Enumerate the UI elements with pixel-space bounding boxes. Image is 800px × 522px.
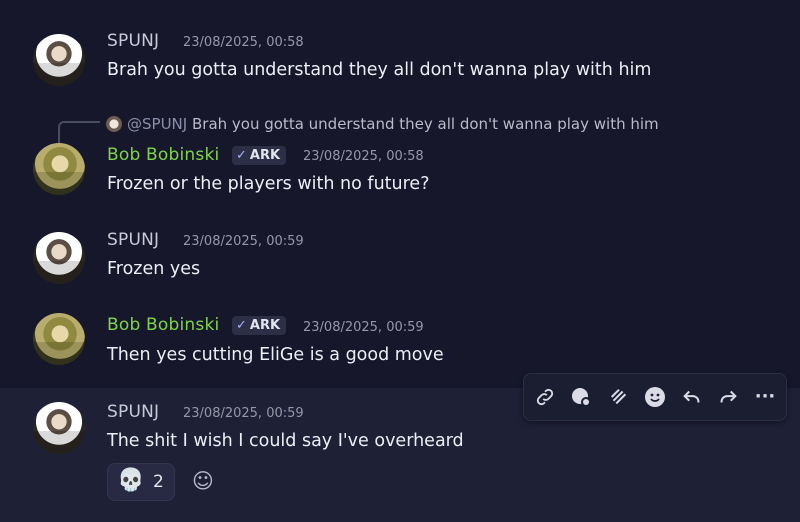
message-text: The shit I wish I could say I've overhea… xyxy=(107,431,464,451)
timestamp: 23/08/2025, 00:59 xyxy=(183,234,304,249)
timestamp: 23/08/2025, 00:58 xyxy=(183,35,304,50)
clan-tag[interactable]: ✓ ARK xyxy=(232,316,287,335)
message-text: Then yes cutting EliGe is a good move xyxy=(107,345,444,365)
message-text: Brah you gotta understand they all don't… xyxy=(107,60,652,80)
avatar[interactable] xyxy=(33,143,85,195)
app-icon[interactable] xyxy=(566,382,596,412)
add-reaction-icon[interactable]: ☺ xyxy=(190,468,216,494)
message-3[interactable]: SPUNJ 23/08/2025, 00:59 Frozen yes xyxy=(0,222,800,292)
message-2[interactable]: Bob Bobinski ✓ ARK 23/08/2025, 00:58 Froz… xyxy=(0,140,800,210)
author-name[interactable]: Bob Bobinski xyxy=(107,145,219,165)
avatar[interactable] xyxy=(33,402,85,454)
reaction-skull[interactable]: 💀 2 xyxy=(107,463,175,501)
reaction-count: 2 xyxy=(153,472,164,492)
timestamp: 23/08/2025, 00:58 xyxy=(303,149,424,164)
timestamp: 23/08/2025, 00:59 xyxy=(303,320,424,335)
avatar[interactable] xyxy=(33,34,85,86)
more-icon[interactable]: ··· xyxy=(750,382,780,412)
author-name[interactable]: SPUNJ xyxy=(107,230,159,250)
tag-icon: ✓ xyxy=(236,148,247,163)
author-name[interactable]: SPUNJ xyxy=(107,402,159,422)
thread-icon[interactable] xyxy=(604,382,634,412)
emoji-icon[interactable] xyxy=(640,382,670,412)
message-4[interactable]: Bob Bobinski ✓ ARK 23/08/2025, 00:59 Then… xyxy=(0,305,800,375)
reply-text: Brah you gotta understand they all don't… xyxy=(191,115,659,133)
avatar[interactable] xyxy=(33,232,85,284)
message-1[interactable]: SPUNJ 23/08/2025, 00:58 Brah you gotta u… xyxy=(0,22,800,92)
author-name[interactable]: Bob Bobinski xyxy=(107,315,219,335)
clan-tag[interactable]: ✓ ARK xyxy=(232,146,287,165)
link-icon[interactable] xyxy=(530,382,560,412)
message-toolbar: ··· xyxy=(523,373,787,421)
message-text: Frozen yes xyxy=(107,259,201,279)
skull-icon: 💀 xyxy=(117,468,145,493)
message-text: Frozen or the players with no future? xyxy=(107,174,430,194)
reply-preview[interactable]: @SPUNJ Brah you gotta understand they al… xyxy=(107,115,659,133)
avatar[interactable] xyxy=(33,313,85,365)
tag-icon: ✓ xyxy=(236,318,247,333)
forward-icon[interactable] xyxy=(713,382,743,412)
author-name[interactable]: SPUNJ xyxy=(107,31,159,51)
reply-mention[interactable]: @SPUNJ xyxy=(127,115,187,133)
reply-icon[interactable] xyxy=(677,382,707,412)
timestamp: 23/08/2025, 00:59 xyxy=(183,406,304,421)
